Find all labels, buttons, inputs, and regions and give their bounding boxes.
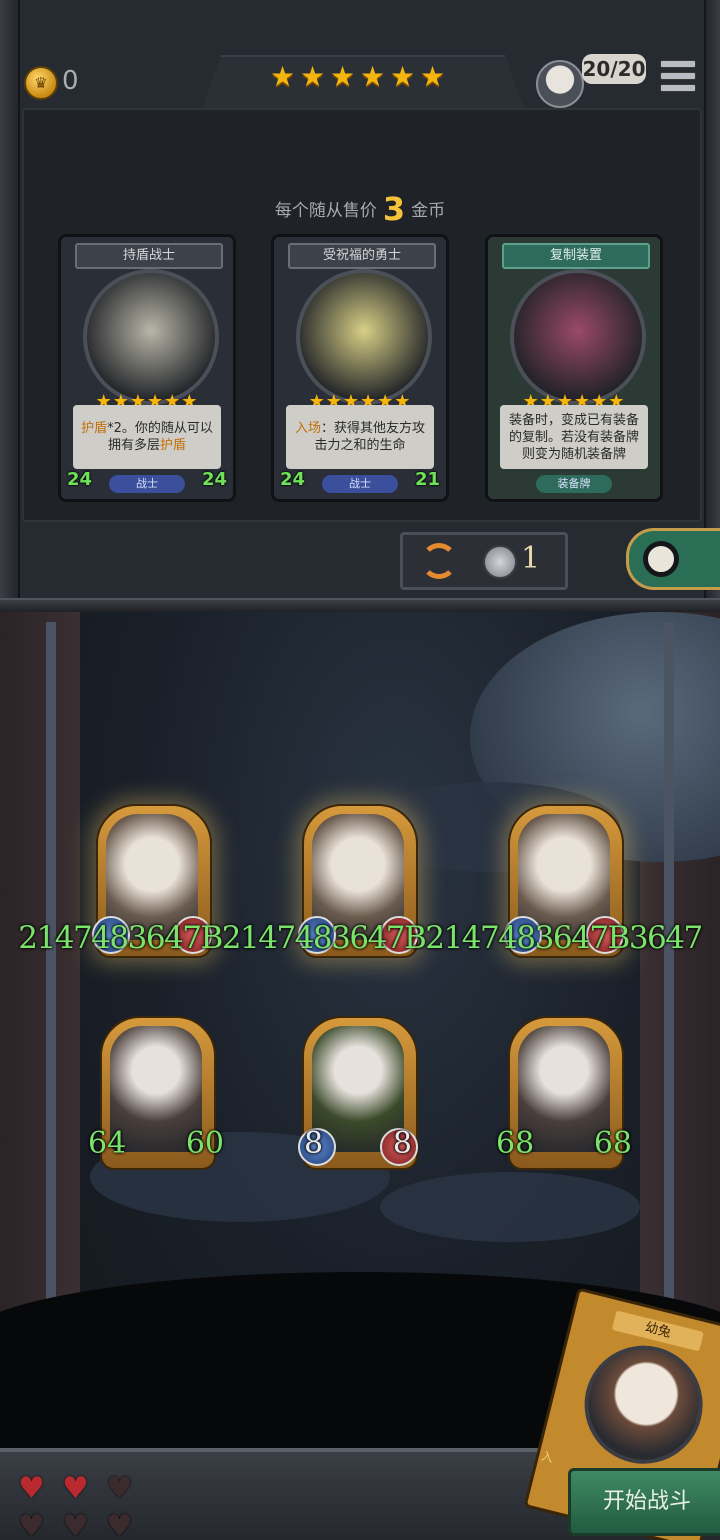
keyword-shield: 护盾	[81, 421, 108, 436]
overflowed-stat-numbers: 2147483647B2147483647B2147483647B3647	[18, 920, 703, 956]
card-title: 复制装置	[502, 243, 650, 269]
board-minion-masked-rabbit[interactable]: 68 68	[496, 1016, 632, 1172]
search-icon	[643, 541, 679, 577]
heart-full-icon: ♥	[62, 1471, 89, 1506]
reroll-cost: 1	[521, 541, 541, 576]
description-text: ：获得其他友方攻击力之和的生命	[314, 421, 426, 453]
sell-price: 3	[382, 190, 406, 228]
shop-card-copy-device[interactable]: 复制装置 ★★★★★★ 装备时，变成已有装备的复制。若没有装备牌则变为随机装备牌…	[485, 234, 663, 502]
hand-card-keyword: 入	[539, 1448, 555, 1466]
hand-card-title: 幼兔	[611, 1310, 704, 1352]
minion-health: 8	[392, 1126, 412, 1161]
sell-price-line: 每个随从售价 3 金币	[0, 190, 720, 228]
minion-attack: 8	[304, 1126, 324, 1161]
menu-icon-bar	[660, 72, 696, 80]
reroll-button[interactable]: 1	[400, 532, 568, 590]
card-title: 持盾战士	[75, 243, 223, 269]
tavern-star-icon: ★	[270, 60, 296, 93]
shop-frame-left	[0, 0, 20, 612]
menu-icon-bar	[660, 60, 696, 68]
card-title: 受祝福的勇士	[288, 243, 436, 269]
minion-health: 60	[185, 1126, 224, 1161]
card-tribe: 装备牌	[536, 475, 612, 493]
tavern-star-icon: ★	[330, 60, 356, 93]
search-button[interactable]	[626, 528, 720, 590]
tavern-level-stars: ★ ★ ★ ★ ★ ★	[270, 60, 446, 93]
board-minion-feather-bird[interactable]: 8 8	[298, 1016, 418, 1172]
card-art	[510, 269, 646, 405]
minion-attack: 64	[88, 1126, 127, 1161]
heart-empty-icon: ♥	[62, 1509, 89, 1540]
player-lives: ♥ ♥ ♥ ♥ ♥ ♥	[18, 1472, 150, 1540]
card-description: 护盾*2。你的随从可以拥有多层护盾	[73, 405, 221, 469]
card-attack: 24	[67, 469, 93, 490]
card-tribe: 战士	[109, 475, 185, 493]
card-tribe: 战士	[322, 475, 398, 493]
gold-coin-icon: ♛	[24, 66, 58, 100]
heart-empty-icon: ♥	[18, 1509, 45, 1540]
board-minion-masked-rabbit[interactable]: 64 60	[88, 1016, 224, 1172]
hand-card-art	[572, 1333, 716, 1477]
heart-empty-icon: ♥	[106, 1471, 133, 1506]
minion-health: 68	[593, 1126, 632, 1161]
heart-full-icon: ♥	[18, 1471, 45, 1506]
tavern-star-icon: ★	[300, 60, 326, 93]
shop-frame-right	[704, 0, 720, 612]
tavern-star-icon: ★	[390, 60, 416, 93]
refresh-icon	[421, 543, 457, 579]
keyword-shield: 护盾	[160, 438, 187, 453]
sell-prefix: 每个随从售价	[274, 201, 377, 221]
shop-card-shield-warrior[interactable]: 持盾战士 ★★★★★★ 护盾*2。你的随从可以拥有多层护盾 战士 24 24	[58, 234, 236, 502]
keyword-battlecry: 入场	[294, 421, 321, 436]
tavern-star-icon: ★	[420, 60, 446, 93]
gold-count: 0	[62, 66, 79, 96]
card-description: 装备时，变成已有装备的复制。若没有装备牌则变为随机装备牌	[500, 405, 648, 469]
start-battle-button[interactable]: 开始战斗	[568, 1468, 720, 1536]
heart-empty-icon: ♥	[106, 1509, 133, 1540]
card-description: 入场：获得其他友方攻击力之和的生命	[286, 405, 434, 469]
board-frame	[46, 622, 674, 1352]
shop-panel: ♛ 0 ★ ★ ★ ★ ★ ★ 20/20 每个随从售价 3 金币 持盾战士 ★★★★★★ 护…	[0, 0, 720, 614]
card-health: 24	[201, 469, 227, 490]
tavern-star-icon: ★	[360, 60, 386, 93]
card-health: 21	[414, 469, 440, 490]
menu-icon-bar	[660, 84, 696, 92]
minion-attack: 68	[496, 1126, 535, 1161]
silver-coin-icon	[483, 545, 517, 579]
card-art	[83, 269, 219, 405]
card-attack: 24	[280, 469, 306, 490]
player-count-badge: 20/20	[582, 54, 646, 84]
shop-card-blessed-warrior[interactable]: 受祝福的勇士 ★★★★★★ 入场：获得其他友方攻击力之和的生命 战士 24 21	[271, 234, 449, 502]
card-art	[296, 269, 432, 405]
player-avatar[interactable]	[536, 60, 584, 108]
battle-board: 2147483647B2147483647B2147483647B3647 64…	[0, 612, 720, 1540]
menu-button[interactable]	[660, 58, 696, 94]
sell-suffix: 金币	[411, 201, 446, 221]
